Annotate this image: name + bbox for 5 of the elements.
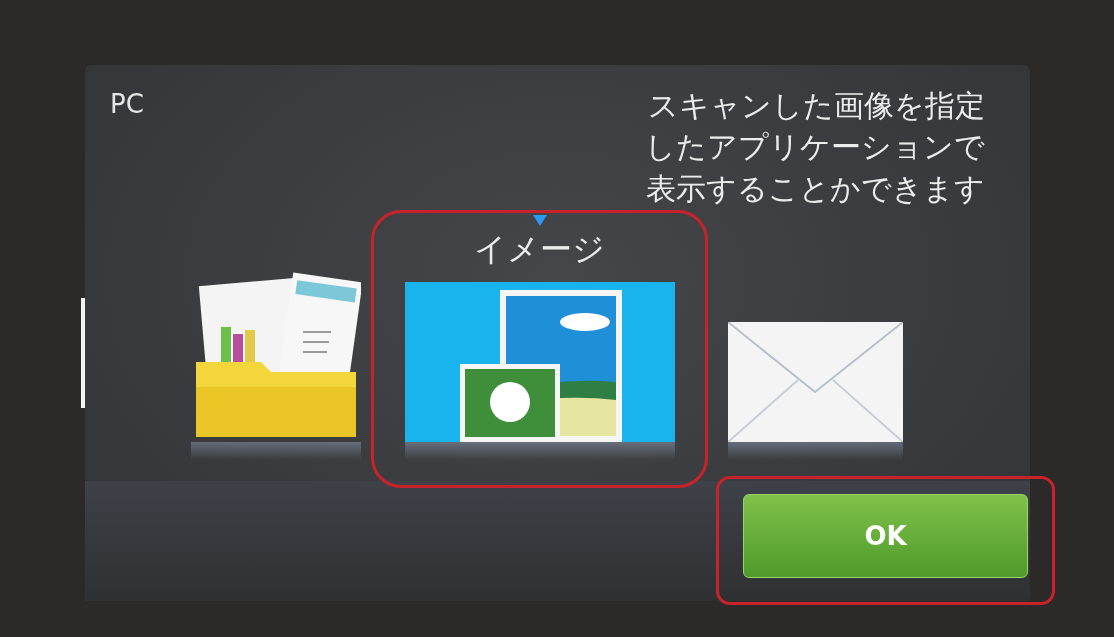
app-label: イメージ: [474, 230, 605, 269]
ok-button[interactable]: OK: [743, 494, 1028, 578]
instruction-text: スキャンした画像を指定 したアプリケーションで 表示することかできます: [645, 87, 985, 208]
screen-title: PC: [110, 88, 144, 121]
image-app-button[interactable]: [404, 282, 675, 443]
